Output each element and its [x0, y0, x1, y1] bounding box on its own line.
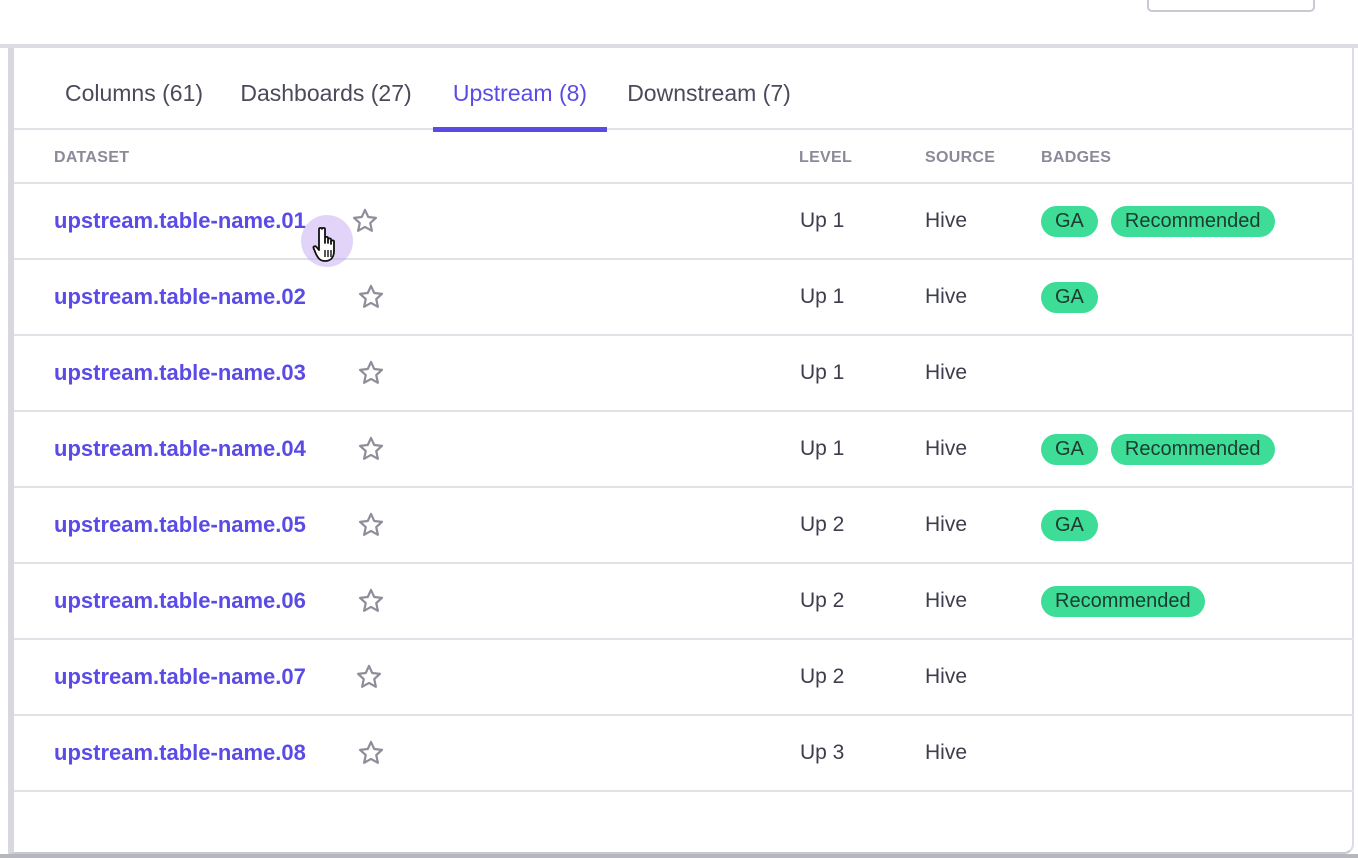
tab-bar: Columns (61) Dashboards (27) Upstream (8…	[14, 48, 1354, 132]
top-right-button[interactable]	[1147, 0, 1315, 12]
level-cell: Up 3	[800, 741, 845, 764]
badge: Recommended	[1110, 434, 1275, 465]
star-outline-icon[interactable]	[351, 207, 379, 235]
badge: Recommended	[1110, 206, 1275, 237]
badge: GA	[1041, 510, 1098, 541]
tab-columns[interactable]: Columns (61)	[54, 48, 214, 130]
column-header-dataset[interactable]: DATASET	[54, 130, 129, 186]
dataset-link[interactable]: upstream.table-name.08	[54, 716, 306, 790]
source-cell: Hive	[925, 741, 968, 764]
level-cell: Up 1	[800, 209, 845, 232]
table-row[interactable]: upstream.table-name.06 Up 2 Hive Recommende…	[14, 564, 1354, 640]
source-cell: Hive	[925, 285, 968, 308]
table-row[interactable]: upstream.table-name.08 Up 3 Hive	[14, 716, 1354, 792]
dataset-link[interactable]: upstream.table-name.03	[54, 336, 306, 410]
star-outline-icon[interactable]	[355, 663, 383, 691]
badge: GA	[1041, 282, 1098, 313]
hand-pointer-icon	[312, 226, 335, 262]
badges-cell: GA	[1041, 510, 1098, 542]
level-cell: Up 2	[800, 589, 845, 612]
source-cell: Hive	[925, 361, 968, 384]
dataset-link[interactable]: upstream.table-name.01	[54, 184, 306, 258]
source-cell: Hive	[925, 437, 968, 460]
dataset-link[interactable]: upstream.table-name.06	[54, 564, 306, 638]
table-row[interactable]: upstream.table-name.07 Up 2 Hive	[14, 640, 1354, 716]
table-row[interactable]: upstream.table-name.02 Up 1 Hive GA	[14, 260, 1354, 336]
column-header-badges[interactable]: BADGES	[1041, 130, 1111, 186]
source-cell: Hive	[925, 513, 968, 536]
table-row[interactable]: upstream.table-name.04 Up 1 Hive GA Recommen…	[14, 412, 1354, 488]
source-cell: Hive	[925, 665, 968, 688]
source-cell: Hive	[925, 589, 968, 612]
column-header-source[interactable]: SOURCE	[925, 130, 995, 186]
level-cell: Up 2	[800, 665, 845, 688]
level-cell: Up 1	[800, 361, 845, 384]
star-outline-icon[interactable]	[357, 359, 385, 387]
star-outline-icon[interactable]	[357, 283, 385, 311]
tab-downstream[interactable]: Downstream (7)	[614, 48, 804, 130]
level-cell: Up 1	[800, 437, 845, 460]
tab-dashboards[interactable]: Dashboards (27)	[226, 48, 426, 130]
badge: GA	[1041, 434, 1098, 465]
star-outline-icon[interactable]	[357, 435, 385, 463]
star-outline-icon[interactable]	[357, 739, 385, 767]
table-row[interactable]: upstream.table-name.05 Up 2 Hive GA	[14, 488, 1354, 564]
star-outline-icon[interactable]	[357, 511, 385, 539]
table-row[interactable]: upstream.table-name.03 Up 1 Hive	[14, 336, 1354, 412]
bottom-strip	[0, 854, 1358, 858]
table-row[interactable]: upstream.table-name.01 Up 1 Hive GA Recommen…	[14, 184, 1354, 260]
table-header: DATASET LEVEL SOURCE BADGES	[14, 130, 1354, 184]
source-cell: Hive	[925, 209, 968, 232]
badge: GA	[1041, 206, 1098, 237]
dataset-link[interactable]: upstream.table-name.07	[54, 640, 306, 714]
tab-upstream[interactable]: Upstream (8)	[433, 48, 607, 132]
star-outline-icon[interactable]	[357, 587, 385, 615]
badge: Recommended	[1041, 586, 1205, 617]
dataset-link[interactable]: upstream.table-name.04	[54, 412, 306, 486]
badges-cell: GA	[1041, 282, 1098, 314]
dataset-link[interactable]: upstream.table-name.02	[54, 260, 306, 334]
badges-cell: GA Recommended	[1041, 434, 1275, 466]
dataset-link[interactable]: upstream.table-name.05	[54, 488, 306, 562]
level-cell: Up 1	[800, 285, 845, 308]
badges-cell: Recommended	[1041, 586, 1205, 618]
level-cell: Up 2	[800, 513, 845, 536]
column-header-level[interactable]: LEVEL	[799, 130, 852, 186]
badges-cell: GA Recommended	[1041, 206, 1275, 238]
